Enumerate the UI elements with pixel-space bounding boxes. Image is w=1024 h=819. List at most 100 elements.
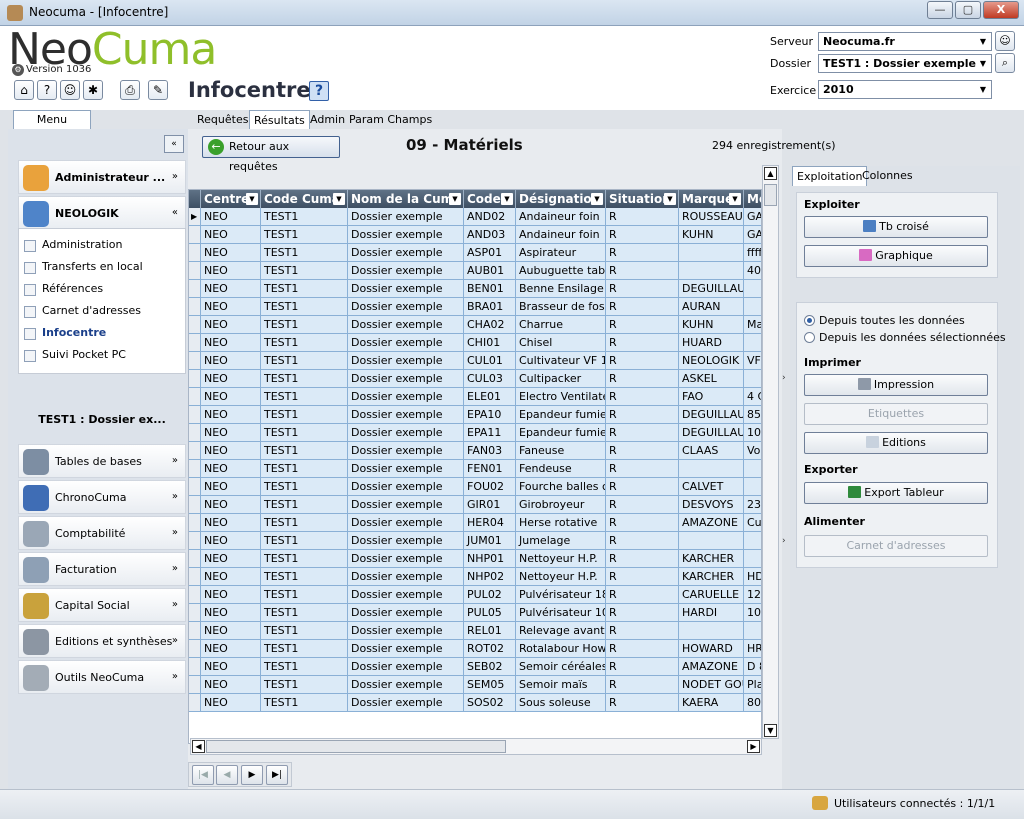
table-row[interactable]: ▶ NEO TEST1 Dossier exemple AND02 Andaineur f… bbox=[189, 208, 761, 226]
col-code-cell[interactable]: SOS02 bbox=[464, 694, 516, 712]
col-code-cell[interactable]: BRA01 bbox=[464, 298, 516, 316]
col-modele-cell[interactable]: GA 4 bbox=[744, 226, 761, 244]
col-code-cuma-cell[interactable]: TEST1 bbox=[261, 460, 348, 478]
filter-dropdown-icon[interactable]: ▼ bbox=[591, 193, 603, 205]
filter-dropdown-icon[interactable]: ▼ bbox=[449, 193, 461, 205]
col-nom-cuma-cell[interactable]: Dossier exemple bbox=[348, 676, 464, 694]
col-nom-cuma-cell[interactable]: Dossier exemple bbox=[348, 388, 464, 406]
row-selector[interactable] bbox=[189, 568, 201, 586]
col-nom-cuma-cell[interactable]: Dossier exemple bbox=[348, 532, 464, 550]
col-nom-cuma-cell[interactable]: Dossier exemple bbox=[348, 352, 464, 370]
col-situation-cell[interactable]: R bbox=[606, 694, 679, 712]
table-row[interactable]: NEO TEST1 Dossier exemple CUL03 Cultipacker R… bbox=[189, 370, 761, 388]
sidebar-item-suivi-pocket[interactable]: Suivi Pocket PC bbox=[19, 344, 185, 366]
row-selector[interactable] bbox=[189, 370, 201, 388]
table-row[interactable]: NEO TEST1 Dossier exemple CHA02 Charrue R KUHN… bbox=[189, 316, 761, 334]
col-code-cuma-cell[interactable]: TEST1 bbox=[261, 406, 348, 424]
exercice-select[interactable]: 2010 ▼ bbox=[818, 80, 992, 99]
col-code-cuma-cell[interactable]: TEST1 bbox=[261, 244, 348, 262]
col-designation-cell[interactable]: Epandeur fumier bbox=[516, 424, 606, 442]
col-situation-cell[interactable]: R bbox=[606, 676, 679, 694]
impression-button[interactable]: Impression bbox=[804, 374, 988, 396]
col-nom-cuma-cell[interactable]: Dossier exemple bbox=[348, 478, 464, 496]
col-designation-cell[interactable]: Relevage avant bbox=[516, 622, 606, 640]
col-designation-cell[interactable]: Rotalabour Howard bbox=[516, 640, 606, 658]
col-designation-cell[interactable]: Aspirateur bbox=[516, 244, 606, 262]
col-situation-cell[interactable]: R bbox=[606, 388, 679, 406]
col-centre-cell[interactable]: NEO bbox=[201, 442, 261, 460]
col-code-cuma-cell[interactable]: TEST1 bbox=[261, 334, 348, 352]
col-code-header[interactable]: Code ▼ bbox=[464, 190, 516, 208]
col-marque-cell[interactable]: KUHN bbox=[679, 316, 744, 334]
sidebar-item-infocentre[interactable]: Infocentre bbox=[19, 322, 185, 344]
table-row[interactable]: NEO TEST1 Dossier exemple PUL02 Pulvérisateu… bbox=[189, 586, 761, 604]
dossier-select[interactable]: TEST1 : Dossier exemple ▼ bbox=[818, 54, 992, 73]
row-selector[interactable] bbox=[189, 640, 201, 658]
prev-record-icon[interactable]: ◀ bbox=[216, 765, 238, 785]
col-centre-cell[interactable]: NEO bbox=[201, 568, 261, 586]
col-code-cell[interactable]: CUL03 bbox=[464, 370, 516, 388]
col-modele-cell[interactable]: ffff bbox=[744, 244, 761, 262]
sidebar-item-references[interactable]: Références bbox=[19, 278, 185, 300]
col-designation-cell[interactable]: Semoir maïs bbox=[516, 676, 606, 694]
col-marque-cell[interactable]: KUHN bbox=[679, 226, 744, 244]
col-modele-cell[interactable] bbox=[744, 280, 761, 298]
col-centre-cell[interactable]: NEO bbox=[201, 424, 261, 442]
col-nom-cuma-cell[interactable]: Dossier exemple bbox=[348, 460, 464, 478]
col-nom-cuma-cell[interactable]: Dossier exemple bbox=[348, 226, 464, 244]
col-modele-cell[interactable]: 401 bbox=[744, 262, 761, 280]
col-nom-cuma-cell[interactable]: Dossier exemple bbox=[348, 280, 464, 298]
col-marque-cell[interactable]: AURAN bbox=[679, 298, 744, 316]
col-marque-cell[interactable]: KARCHER bbox=[679, 550, 744, 568]
scroll-right-icon[interactable]: ▶ bbox=[747, 740, 760, 753]
col-code-cuma-cell[interactable]: TEST1 bbox=[261, 622, 348, 640]
col-marque-cell[interactable]: ASKEL bbox=[679, 370, 744, 388]
col-situation-cell[interactable]: R bbox=[606, 208, 679, 226]
row-selector[interactable] bbox=[189, 604, 201, 622]
col-code-cuma-cell[interactable]: TEST1 bbox=[261, 388, 348, 406]
col-situation-cell[interactable]: R bbox=[606, 532, 679, 550]
col-marque-cell[interactable]: DEGUILLAUME bbox=[679, 424, 744, 442]
col-modele-cell[interactable]: 800 bbox=[744, 694, 761, 712]
serveur-select[interactable]: Neocuma.fr ▼ bbox=[818, 32, 992, 51]
row-selector[interactable] bbox=[189, 514, 201, 532]
col-marque-cell[interactable] bbox=[679, 532, 744, 550]
col-modele-cell[interactable]: Cult bbox=[744, 514, 761, 532]
col-designation-cell[interactable]: Chisel bbox=[516, 334, 606, 352]
col-marque-cell[interactable]: DEGUILLAUME bbox=[679, 406, 744, 424]
col-marque-cell[interactable] bbox=[679, 262, 744, 280]
col-centre-cell[interactable]: NEO bbox=[201, 658, 261, 676]
col-modele-cell[interactable]: Mas bbox=[744, 316, 761, 334]
row-selector[interactable] bbox=[189, 334, 201, 352]
col-situation-cell[interactable]: R bbox=[606, 334, 679, 352]
col-code-cell[interactable]: FAN03 bbox=[464, 442, 516, 460]
col-situation-cell[interactable]: R bbox=[606, 280, 679, 298]
col-centre-cell[interactable]: NEO bbox=[201, 676, 261, 694]
etiquettes-button[interactable]: Etiquettes bbox=[804, 403, 988, 425]
vertical-scrollbar[interactable]: ▲ ▼ bbox=[762, 165, 779, 739]
col-code-cuma-cell[interactable]: TEST1 bbox=[261, 298, 348, 316]
col-designation-cell[interactable]: Jumelage bbox=[516, 532, 606, 550]
group-capital-social[interactable]: Capital Social» bbox=[18, 588, 186, 622]
group-chronocuma[interactable]: ChronoCuma» bbox=[18, 480, 186, 514]
col-code-cell[interactable]: EPA11 bbox=[464, 424, 516, 442]
col-nom-cuma-cell[interactable]: Dossier exemple bbox=[348, 334, 464, 352]
table-row[interactable]: NEO TEST1 Dossier exemple FAN03 Faneuse R CLAA… bbox=[189, 442, 761, 460]
col-marque-cell[interactable] bbox=[679, 460, 744, 478]
col-nom-cuma-cell[interactable]: Dossier exemple bbox=[348, 244, 464, 262]
scroll-down-icon[interactable]: ▼ bbox=[764, 724, 777, 737]
row-selector[interactable] bbox=[189, 298, 201, 316]
group-outils-neocuma[interactable]: Outils NeoCuma» bbox=[18, 660, 186, 694]
col-modele-cell[interactable]: 12M bbox=[744, 586, 761, 604]
radio-selected-data[interactable]: Depuis les données sélectionnées bbox=[804, 331, 1006, 344]
user-icon[interactable]: ☺ bbox=[60, 80, 80, 100]
row-selector[interactable] bbox=[189, 244, 201, 262]
col-modele-cell[interactable]: 230 bbox=[744, 496, 761, 514]
table-row[interactable]: NEO TEST1 Dossier exemple SEB02 Semoir céréa… bbox=[189, 658, 761, 676]
close-button[interactable]: X bbox=[983, 1, 1019, 19]
col-marque-cell[interactable]: CALVET bbox=[679, 478, 744, 496]
col-centre-cell[interactable]: NEO bbox=[201, 406, 261, 424]
table-row[interactable]: NEO TEST1 Dossier exemple AND03 Andaineur fo… bbox=[189, 226, 761, 244]
row-selector[interactable] bbox=[189, 262, 201, 280]
col-centre-cell[interactable]: NEO bbox=[201, 388, 261, 406]
